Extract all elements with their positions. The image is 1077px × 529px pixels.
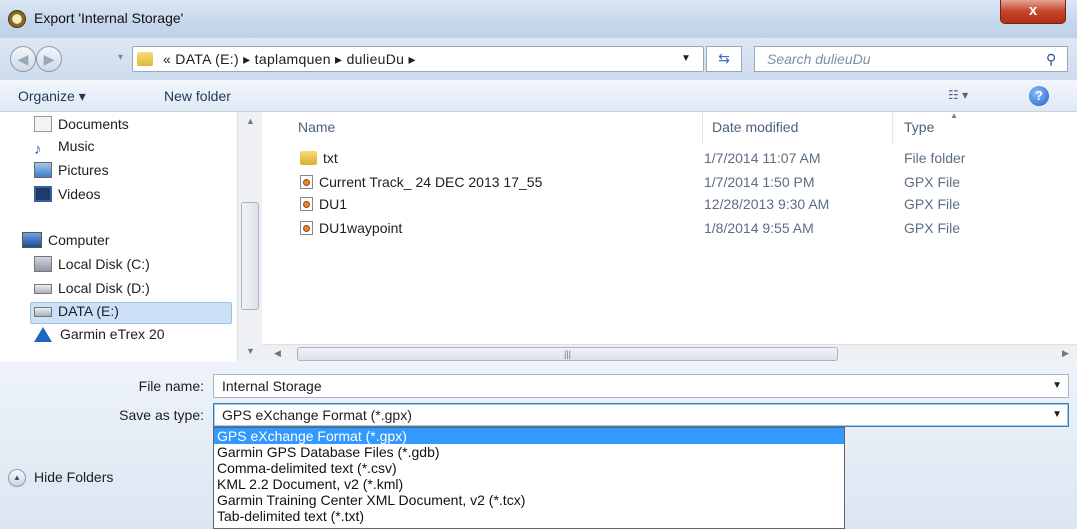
- column-header-type[interactable]: Type: [904, 119, 934, 135]
- gpx-file-icon: [300, 175, 313, 189]
- music-icon: ♪: [34, 141, 42, 158]
- option-kml[interactable]: KML 2.2 Document, v2 (*.kml): [214, 476, 844, 492]
- scroll-left-arrow[interactable]: ◀: [274, 348, 281, 359]
- search-input[interactable]: Search dulieuDu ⚲: [754, 46, 1068, 72]
- breadcrumb-separator[interactable]: ▸: [335, 51, 342, 67]
- folder-icon: [300, 151, 317, 165]
- videos-icon: [34, 186, 52, 202]
- gpx-file-icon: [300, 197, 313, 211]
- drive-icon: [34, 307, 52, 317]
- breadcrumb-item[interactable]: dulieuDu: [347, 51, 405, 67]
- forward-button[interactable]: ▶: [36, 46, 62, 72]
- drive-icon: [34, 256, 52, 272]
- collapse-up-icon[interactable]: ▲: [8, 469, 26, 487]
- refresh-button[interactable]: ⇆: [706, 46, 742, 72]
- horizontal-scrollbar[interactable]: ◀ ||| ▶: [262, 344, 1077, 362]
- new-folder-button[interactable]: New folder: [164, 88, 231, 104]
- app-icon: [8, 10, 26, 28]
- folder-icon: [137, 52, 153, 66]
- hide-folders-button[interactable]: Hide Folders: [34, 469, 113, 485]
- command-bar: Organize ▾ New folder ☷ ▾ ?: [0, 80, 1077, 112]
- breadcrumb: « DATA (E:) ▸ taplamquen ▸ dulieuDu ▸: [163, 51, 416, 68]
- documents-icon: [34, 116, 52, 132]
- nav-item-garmin[interactable]: Garmin eTrex 20: [34, 326, 165, 348]
- address-bar[interactable]: « DATA (E:) ▸ taplamquen ▸ dulieuDu ▸ ▼: [132, 46, 704, 72]
- column-divider[interactable]: [892, 112, 893, 144]
- date-cell: 12/28/2013 9:30 AM: [704, 196, 830, 212]
- chevron-down-icon[interactable]: ▼: [681, 53, 691, 64]
- file-name-field[interactable]: Internal Storage ▼: [213, 374, 1069, 398]
- nav-vertical-scrollbar[interactable]: ▲ ▼: [237, 112, 262, 362]
- option-txt[interactable]: Tab-delimited text (*.txt): [214, 508, 844, 524]
- scroll-thumb[interactable]: [241, 202, 259, 310]
- drive-icon: [34, 284, 52, 294]
- file-list: Name Date modified Type ▲ txt 1/7/2014 1…: [262, 111, 1077, 344]
- nav-item-videos[interactable]: Videos: [34, 186, 101, 208]
- column-header-name[interactable]: Name: [298, 119, 335, 135]
- option-gpx[interactable]: GPS eXchange Format (*.gpx): [214, 428, 844, 444]
- help-icon[interactable]: ?: [1029, 86, 1049, 106]
- type-cell: GPX File: [904, 220, 961, 236]
- table-row[interactable]: Current Track_ 24 DEC 2013 17_55 1/7/201…: [300, 174, 1070, 196]
- date-cell: 1/8/2014 9:55 AM: [704, 220, 814, 236]
- nav-item-computer[interactable]: Computer: [22, 232, 109, 254]
- type-cell: GPX File: [904, 174, 961, 190]
- date-cell: 1/7/2014 11:07 AM: [704, 150, 821, 166]
- breadcrumb-item[interactable]: taplamquen: [255, 51, 331, 67]
- chevron-down-icon[interactable]: ▼: [1052, 409, 1062, 420]
- table-row[interactable]: txt 1/7/2014 11:07 AM File folder: [300, 150, 1070, 172]
- sort-arrow-icon: ▲: [950, 111, 958, 120]
- breadcrumb-separator[interactable]: ▸: [408, 51, 415, 67]
- table-row[interactable]: DU1waypoint 1/8/2014 9:55 AM GPX File: [300, 220, 1070, 242]
- close-button[interactable]: x: [1000, 0, 1066, 24]
- nav-item-local-disk-d[interactable]: Local Disk (D:): [34, 280, 150, 302]
- pictures-icon: [34, 162, 52, 178]
- column-header-date[interactable]: Date modified: [712, 119, 798, 135]
- nav-item-documents[interactable]: Documents: [34, 116, 129, 138]
- recent-pages-dropdown[interactable]: ▾: [118, 52, 123, 63]
- nav-item-local-disk-c[interactable]: Local Disk (C:): [34, 256, 150, 278]
- option-tcx[interactable]: Garmin Training Center XML Document, v2 …: [214, 492, 844, 508]
- search-placeholder: Search dulieuDu: [767, 51, 871, 67]
- option-gdb[interactable]: Garmin GPS Database Files (*.gdb): [214, 444, 844, 460]
- save-type-label: Save as type:: [119, 407, 204, 423]
- date-cell: 1/7/2014 1:50 PM: [704, 174, 815, 190]
- breadcrumb-separator[interactable]: ▸: [243, 51, 250, 67]
- breadcrumb-overflow[interactable]: «: [163, 51, 171, 67]
- nav-item-music[interactable]: ♪ Music: [34, 138, 95, 160]
- chevron-down-icon[interactable]: ▼: [1052, 380, 1062, 391]
- save-type-options: GPS eXchange Format (*.gpx) Garmin GPS D…: [213, 427, 845, 529]
- garmin-icon: [34, 327, 52, 342]
- organize-button[interactable]: Organize ▾: [18, 88, 86, 105]
- address-row: ◀ ▶ ▾ « DATA (E:) ▸ taplamquen ▸ dulieuD…: [0, 38, 1077, 80]
- table-row[interactable]: DU1 12/28/2013 9:30 AM GPX File: [300, 196, 1070, 218]
- type-cell: File folder: [904, 150, 966, 166]
- navigation-pane: Documents ♪ Music Pictures Videos Compute…: [0, 112, 262, 362]
- column-divider[interactable]: [702, 112, 703, 144]
- file-name-label: File name:: [138, 378, 204, 394]
- view-options-icon[interactable]: ☷ ▾: [948, 88, 968, 102]
- type-cell: GPX File: [904, 196, 961, 212]
- scroll-thumb[interactable]: |||: [297, 347, 838, 361]
- scroll-right-arrow[interactable]: ▶: [1062, 348, 1069, 359]
- back-button[interactable]: ◀: [10, 46, 36, 72]
- file-name-value: Internal Storage: [222, 378, 322, 394]
- breadcrumb-item[interactable]: DATA (E:): [175, 51, 239, 67]
- nav-item-data-e[interactable]: DATA (E:): [30, 302, 232, 324]
- save-type-select[interactable]: GPS eXchange Format (*.gpx) ▼: [213, 403, 1069, 427]
- gpx-file-icon: [300, 221, 313, 235]
- scroll-down-arrow[interactable]: ▼: [246, 346, 255, 356]
- nav-item-pictures[interactable]: Pictures: [34, 162, 109, 184]
- option-csv[interactable]: Comma-delimited text (*.csv): [214, 460, 844, 476]
- title-bar: Export 'Internal Storage' x: [0, 0, 1077, 38]
- computer-icon: [22, 232, 42, 248]
- search-icon[interactable]: ⚲: [1046, 51, 1056, 68]
- scroll-up-arrow[interactable]: ▲: [246, 116, 255, 126]
- save-type-value: GPS eXchange Format (*.gpx): [222, 407, 412, 423]
- window-title: Export 'Internal Storage': [34, 10, 184, 26]
